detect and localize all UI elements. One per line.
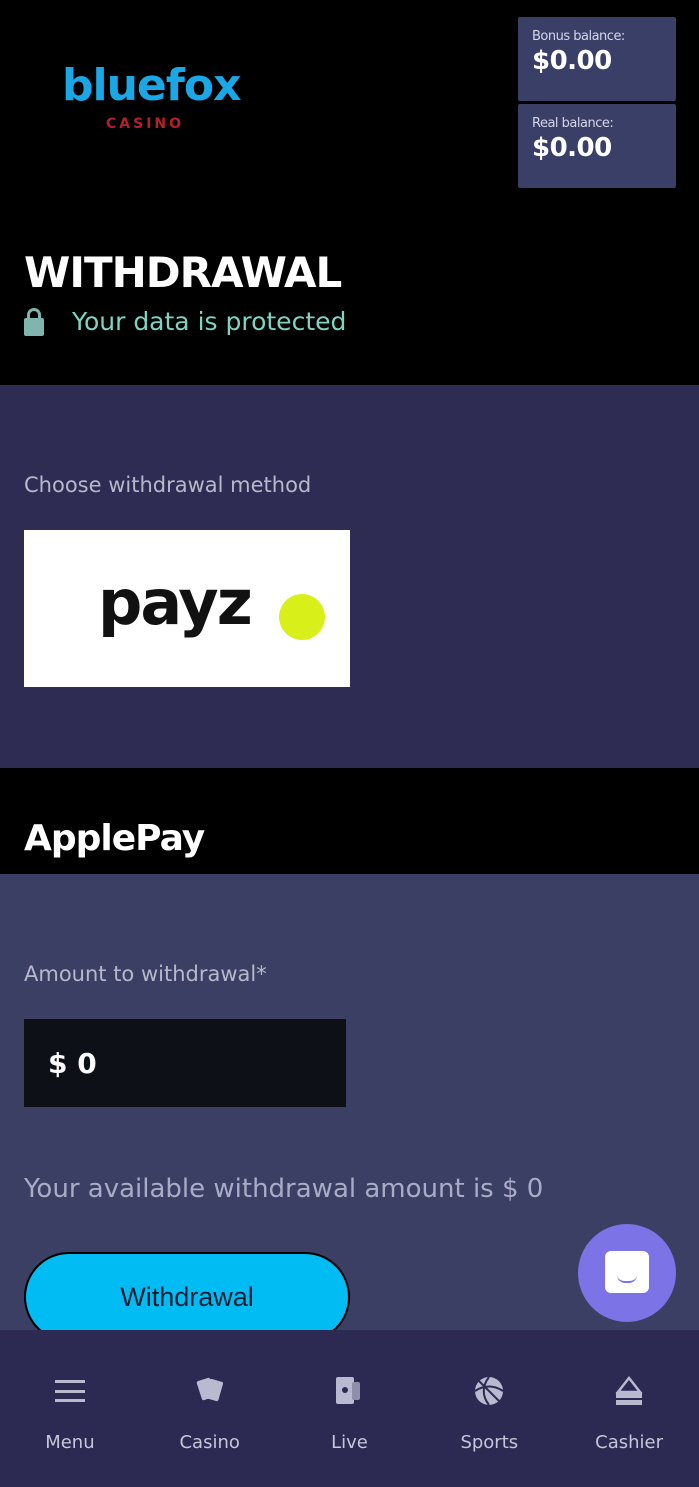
method-label: Choose withdrawal method bbox=[24, 473, 312, 497]
nav-item-casino[interactable]: Casino bbox=[140, 1330, 280, 1487]
available-amount-text: Your available withdrawal amount is $ 0 bbox=[24, 1174, 544, 1204]
real-balance-card: Real balance: $0.00 bbox=[518, 104, 676, 188]
selected-method-header: ApplePay bbox=[0, 768, 699, 874]
lock-icon bbox=[24, 306, 44, 336]
nav-label-live: Live bbox=[331, 1432, 368, 1453]
chat-icon bbox=[605, 1251, 649, 1293]
bonus-balance-value: $0.00 bbox=[532, 46, 612, 76]
bottom-nav: Menu Casino Live Sports Cashier bbox=[0, 1330, 699, 1487]
payz-method-option[interactable]: payz bbox=[24, 530, 350, 687]
page-title: WITHDRAWAL bbox=[24, 248, 342, 297]
logo-brand: bluefox bbox=[62, 60, 241, 111]
payz-logo-text: payz bbox=[98, 566, 253, 639]
menu-icon bbox=[53, 1374, 87, 1408]
cards-icon bbox=[193, 1374, 227, 1408]
chat-button[interactable] bbox=[578, 1224, 676, 1322]
nav-label-cashier: Cashier bbox=[595, 1432, 664, 1453]
real-balance-label: Real balance: bbox=[532, 116, 614, 131]
nav-label-casino: Casino bbox=[179, 1432, 240, 1453]
nav-item-sports[interactable]: Sports bbox=[419, 1330, 559, 1487]
bluefox-casino-logo[interactable]: bluefox CASINO bbox=[62, 60, 262, 150]
withdrawal-method-section: Choose withdrawal method payz bbox=[0, 385, 699, 768]
data-protected-notice: Your data is protected bbox=[24, 306, 346, 336]
bonus-balance-label: Bonus balance: bbox=[532, 29, 625, 44]
amount-input[interactable] bbox=[24, 1019, 346, 1107]
bonus-balance-card: Bonus balance: $0.00 bbox=[518, 17, 676, 101]
nav-item-menu[interactable]: Menu bbox=[0, 1330, 140, 1487]
cashier-icon bbox=[612, 1374, 646, 1408]
nav-label-menu: Menu bbox=[45, 1432, 95, 1453]
live-cards-icon bbox=[332, 1374, 366, 1408]
logo-sub: CASINO bbox=[106, 116, 185, 132]
real-balance-value: $0.00 bbox=[532, 133, 612, 163]
header: bluefox CASINO Bonus balance: $0.00 Real… bbox=[0, 0, 699, 385]
nav-label-sports: Sports bbox=[460, 1432, 519, 1453]
nav-item-cashier[interactable]: Cashier bbox=[559, 1330, 699, 1487]
ball-icon bbox=[472, 1374, 506, 1408]
selected-method-title: ApplePay bbox=[24, 818, 205, 859]
payz-dot-icon bbox=[279, 594, 325, 640]
protected-text: Your data is protected bbox=[72, 306, 347, 336]
amount-label: Amount to withdrawal* bbox=[24, 962, 267, 986]
nav-item-live[interactable]: Live bbox=[280, 1330, 420, 1487]
withdrawal-button[interactable]: Withdrawal bbox=[24, 1252, 350, 1342]
